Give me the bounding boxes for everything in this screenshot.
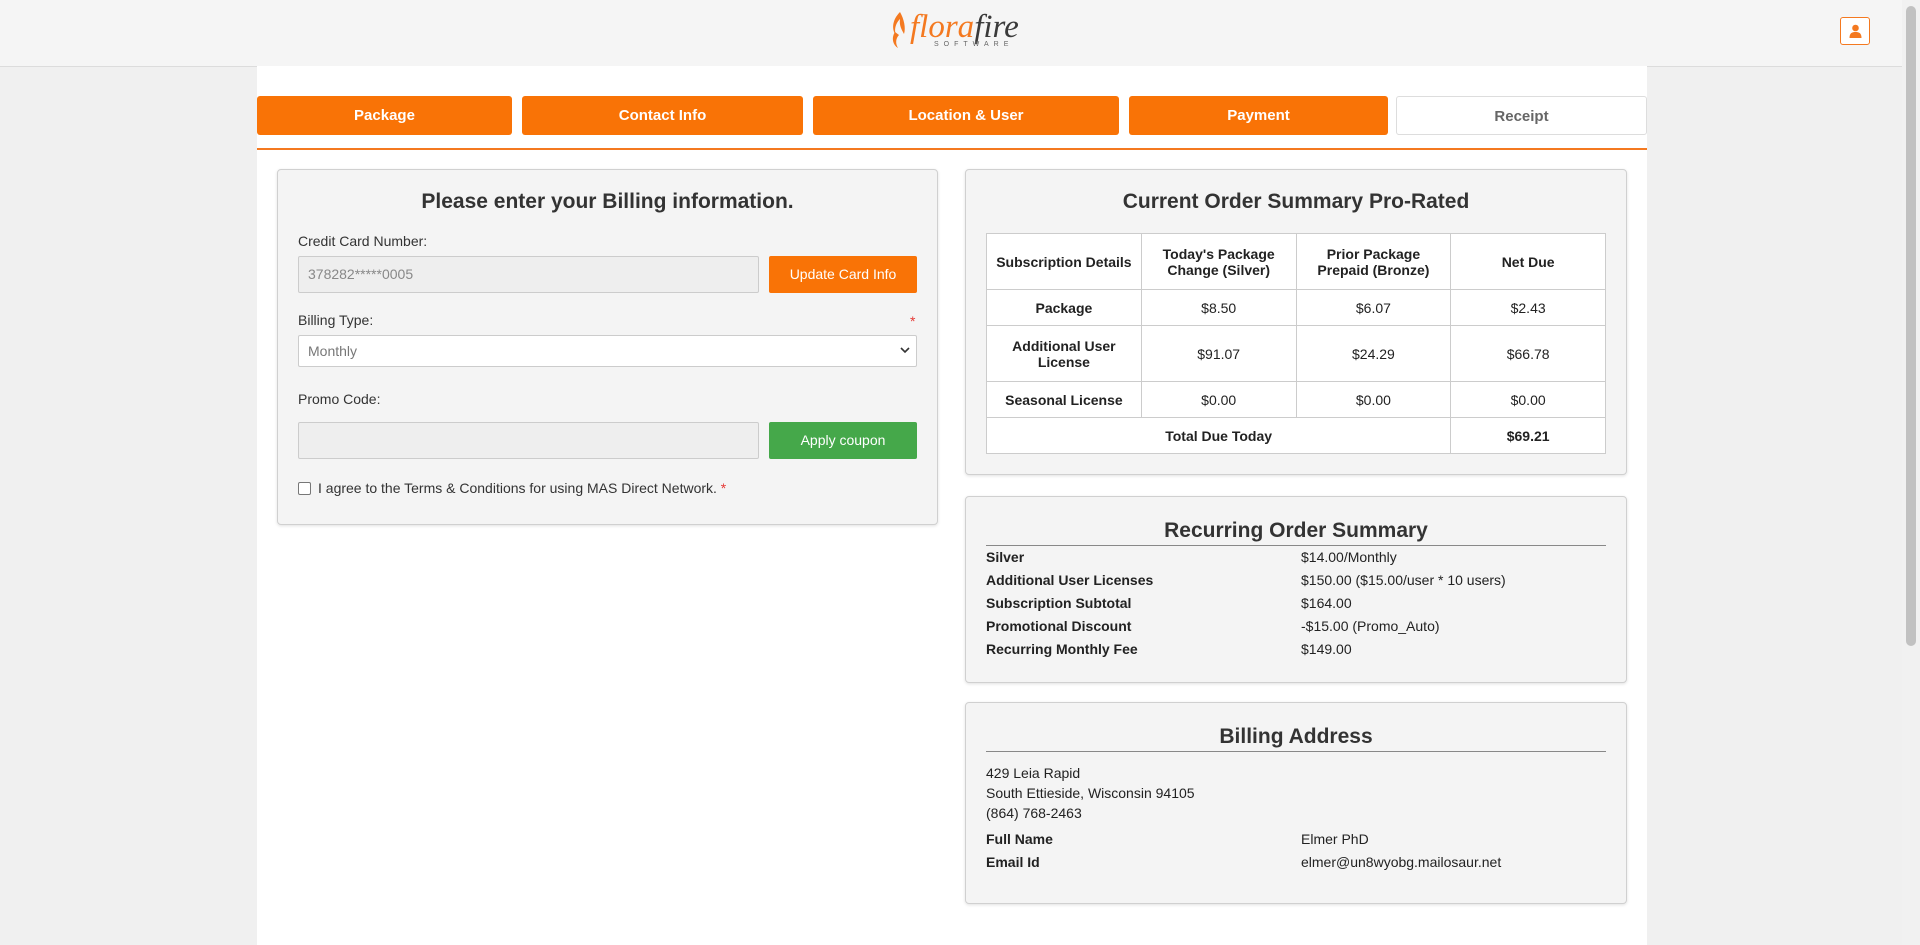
vertical-scrollbar[interactable]	[1902, 0, 1920, 945]
table-cell: $0.00	[1140, 381, 1297, 418]
billing-address-title: Billing Address	[1219, 725, 1373, 748]
current-order-summary-panel: Current Order Summary Pro-Rated Subscrip…	[965, 169, 1627, 475]
step-receipt[interactable]: Receipt	[1396, 96, 1647, 135]
item-value: $150.00 ($15.00/user * 10 users)	[1301, 572, 1506, 588]
list-item: Silver $14.00/Monthly	[986, 546, 1606, 569]
table-cell: $66.78	[1450, 325, 1606, 382]
promo-code-label: Promo Code:	[298, 391, 381, 407]
step-payment[interactable]: Payment	[1129, 96, 1388, 135]
table-cell: $24.29	[1295, 325, 1452, 382]
column-header: Today's Package Change (Silver)	[1140, 233, 1297, 290]
item-value: -$15.00 (Promo_Auto)	[1301, 618, 1440, 634]
apply-coupon-button[interactable]: Apply coupon	[769, 422, 917, 459]
table-row: Package $8.50 $6.07 $2.43	[986, 289, 1606, 326]
list-item: Recurring Monthly Fee $149.00	[986, 638, 1606, 661]
address-line-2: South Ettieside, Wisconsin 94105	[986, 785, 1195, 801]
item-value: $14.00/Monthly	[1301, 549, 1397, 565]
table-cell: $0.00	[1450, 381, 1606, 418]
table-cell: $91.07	[1140, 325, 1297, 382]
chevron-down-icon	[900, 347, 910, 354]
item-label: Promotional Discount	[986, 618, 1132, 634]
table-row: Seasonal License $0.00 $0.00 $0.00	[986, 381, 1606, 418]
main-content: Package Contact Info Location & User Pay…	[257, 66, 1647, 945]
logo-wordmark: florafire	[910, 9, 1019, 45]
item-label: Additional User Licenses	[986, 572, 1154, 588]
list-item: Subscription Subtotal $164.00	[986, 592, 1606, 615]
item-label: Subscription Subtotal	[986, 595, 1132, 611]
title-divider	[986, 751, 1606, 752]
credit-card-input[interactable]: 378282*****0005	[298, 256, 759, 293]
user-icon	[1849, 24, 1862, 38]
scrollbar-thumb[interactable]	[1906, 6, 1916, 646]
column-header: Subscription Details	[986, 233, 1142, 290]
table-row: Additional User License $91.07 $24.29 $6…	[986, 325, 1606, 382]
promo-code-input[interactable]	[298, 422, 759, 459]
row-label: Additional User License	[986, 325, 1142, 382]
billing-type-label: Billing Type:	[298, 312, 374, 328]
table-cell: $8.50	[1140, 289, 1297, 326]
current-order-title: Current Order Summary Pro-Rated	[1122, 190, 1470, 213]
address-line-1: 429 Leia Rapid	[986, 765, 1081, 781]
credit-card-label: Credit Card Number:	[298, 233, 428, 249]
full-name-value: Elmer PhD	[1301, 831, 1369, 847]
table-cell: $0.00	[1295, 381, 1452, 418]
billing-type-required-mark: *	[910, 313, 916, 329]
step-location-user[interactable]: Location & User	[813, 96, 1119, 135]
list-item: Additional User Licenses $150.00 ($15.00…	[986, 569, 1606, 592]
billing-address-panel: Billing Address 429 Leia Rapid South Ett…	[965, 702, 1627, 904]
email-label: Email Id	[986, 854, 1040, 870]
email-value: elmer@un8wyobg.mailosaur.net	[1301, 854, 1502, 870]
row-label: Seasonal License	[986, 381, 1142, 418]
top-bar: florafire SOFTWARE	[0, 0, 1902, 67]
user-menu-button[interactable]	[1840, 17, 1870, 45]
table-cell: $2.43	[1450, 289, 1606, 326]
table-cell: $6.07	[1295, 289, 1452, 326]
item-value: $149.00	[1301, 641, 1352, 657]
row-label: Package	[986, 289, 1142, 326]
phone-number: (864) 768-2463	[986, 805, 1082, 821]
item-label: Recurring Monthly Fee	[986, 641, 1138, 657]
current-order-table: Subscription Details Today's Package Cha…	[985, 233, 1606, 454]
step-contact-info[interactable]: Contact Info	[522, 96, 803, 135]
recurring-order-summary-panel: Recurring Order Summary Silver $14.00/Mo…	[965, 496, 1627, 683]
terms-required-mark: *	[720, 480, 727, 496]
update-card-button[interactable]: Update Card Info	[769, 256, 917, 293]
item-label: Silver	[986, 549, 1025, 565]
total-value: $69.21	[1450, 417, 1606, 454]
full-name-label: Full Name	[986, 831, 1053, 847]
column-header: Net Due	[1450, 233, 1606, 290]
recurring-order-title: Recurring Order Summary	[1164, 519, 1428, 542]
step-package[interactable]: Package	[257, 96, 512, 135]
total-label: Total Due Today	[985, 417, 1452, 454]
list-item: Email Id elmer@un8wyobg.mailosaur.net	[986, 851, 1606, 874]
billing-type-select[interactable]: Monthly	[298, 335, 917, 367]
flame-icon	[892, 12, 905, 48]
billing-info-panel: Please enter your Billing information. C…	[277, 169, 938, 525]
billing-panel-title: Please enter your Billing information.	[421, 190, 794, 213]
logo-subtitle: SOFTWARE	[934, 41, 1014, 48]
list-item: Promotional Discount -$15.00 (Promo_Auto…	[986, 615, 1606, 638]
total-row: Total Due Today $69.21	[985, 417, 1606, 454]
steps-divider	[257, 148, 1647, 150]
item-value: $164.00	[1301, 595, 1352, 611]
terms-checkbox[interactable]	[298, 482, 311, 495]
terms-text: I agree to the Terms & Conditions for us…	[318, 480, 717, 496]
terms-label[interactable]: I agree to the Terms & Conditions for us…	[318, 480, 726, 496]
column-header: Prior Package Prepaid (Bronze)	[1295, 233, 1452, 290]
table-header-row: Subscription Details Today's Package Cha…	[986, 233, 1606, 290]
billing-type-value: Monthly	[308, 343, 358, 359]
list-item: Full Name Elmer PhD	[986, 828, 1606, 851]
